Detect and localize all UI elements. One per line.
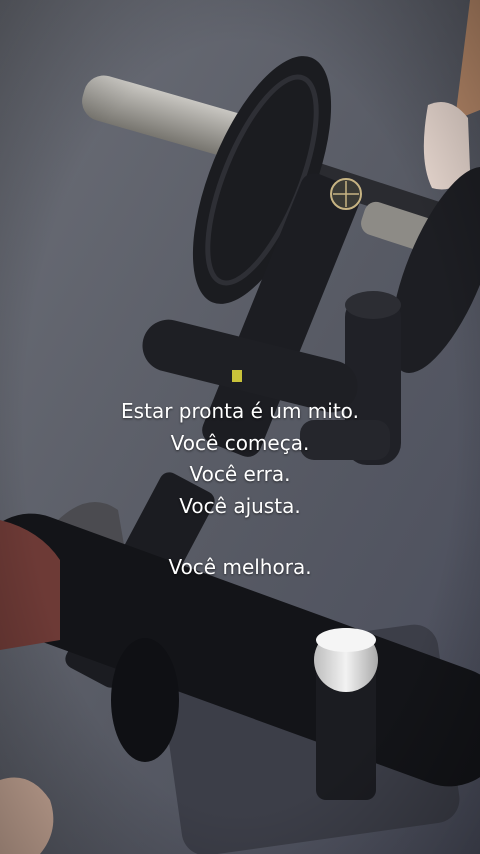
caption-line-5: Você melhora. [168, 555, 312, 579]
motivational-caption: Estar pronta é um mito. Você começa. Voc… [0, 396, 480, 584]
caption-line-4: Você ajusta. [179, 493, 301, 518]
caption-line-3: Você erra. [189, 462, 291, 486]
caption-line-2: Você começa. [170, 430, 310, 455]
caption-line-1: Estar pronta é um mito. [121, 399, 359, 423]
